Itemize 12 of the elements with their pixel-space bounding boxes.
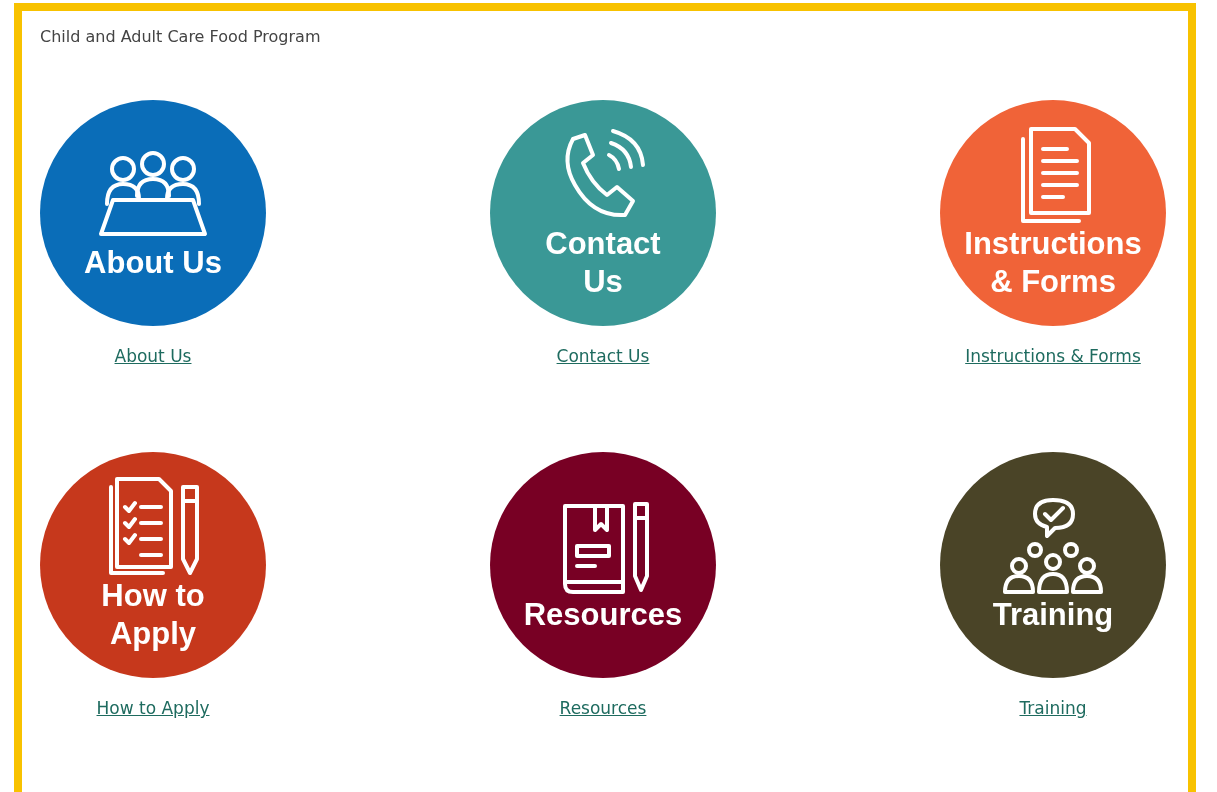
category-button[interactable]: Training bbox=[940, 452, 1166, 678]
category-button[interactable]: Resources bbox=[490, 452, 716, 678]
category-link[interactable]: About Us bbox=[40, 346, 266, 366]
category-link[interactable]: Resources bbox=[490, 698, 716, 718]
category-link[interactable]: Contact Us bbox=[490, 346, 716, 366]
category-button[interactable]: How to Apply bbox=[40, 452, 266, 678]
category-link[interactable]: Instructions & Forms bbox=[940, 346, 1166, 366]
category-link[interactable]: How to Apply bbox=[40, 698, 266, 718]
page-title: Child and Adult Care Food Program bbox=[40, 27, 322, 46]
category-link[interactable]: Training bbox=[940, 698, 1166, 718]
category-button[interactable]: Contact Us bbox=[490, 100, 716, 326]
category-button[interactable]: About Us bbox=[40, 100, 266, 326]
